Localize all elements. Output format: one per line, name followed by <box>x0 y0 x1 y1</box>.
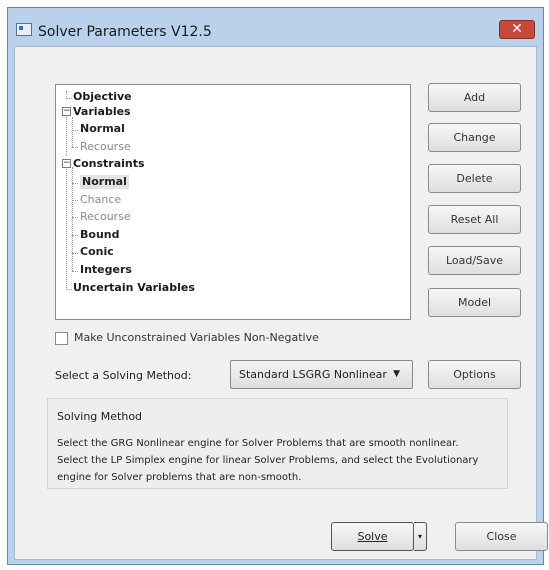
tree-connector <box>72 253 78 254</box>
tree-item-variables-normal[interactable]: Normal <box>80 122 125 136</box>
tree-item-constraints-conic[interactable]: Conic <box>80 245 114 259</box>
add-button[interactable]: Add <box>428 83 521 112</box>
tree-item-variables[interactable]: Variables <box>73 105 131 119</box>
tree-item-uncertain-variables[interactable]: Uncertain Variables <box>73 281 195 295</box>
solving-method-label: Select a Solving Method: <box>55 369 192 382</box>
tree-connector <box>72 200 78 201</box>
tree-connector <box>72 235 78 236</box>
solving-method-line-1: Select the GRG Nonlinear engine for Solv… <box>57 438 459 449</box>
tree-item-constraints-bound[interactable]: Bound <box>80 228 119 242</box>
solver-parameters-window: Solver Parameters V12.5 ✕ Objective − Va… <box>7 7 548 565</box>
tree-connector <box>72 147 78 148</box>
collapse-icon[interactable]: − <box>62 159 71 168</box>
options-button[interactable]: Options <box>428 360 521 389</box>
delete-button[interactable]: Delete <box>428 164 521 193</box>
tree-item-constraints-integers[interactable]: Integers <box>80 263 132 277</box>
window-title: Solver Parameters V12.5 <box>38 24 212 40</box>
solving-method-line-3: engine for Solver problems that are non-… <box>57 472 302 483</box>
close-button[interactable]: Close <box>455 522 548 551</box>
solve-button-label: Solve <box>357 530 388 543</box>
solving-method-value: Standard LSGRG Nonlinear <box>239 368 387 381</box>
tree-connector <box>66 98 72 99</box>
non-negative-checkbox[interactable] <box>55 332 68 345</box>
tree-item-constraints[interactable]: Constraints <box>73 157 145 171</box>
tree-connector <box>72 183 78 184</box>
model-tree[interactable]: Objective − Variables Normal Recourse − … <box>55 84 411 320</box>
tree-item-constraints-normal[interactable]: Normal <box>80 175 129 189</box>
tree-item-constraints-chance[interactable]: Chance <box>80 193 121 207</box>
tree-connector <box>66 115 67 156</box>
tree-connector <box>72 117 73 147</box>
reset-all-button[interactable]: Reset All <box>428 205 521 234</box>
dialog-body: Objective − Variables Normal Recourse − … <box>14 46 548 560</box>
tree-item-constraints-recourse[interactable]: Recourse <box>80 210 131 224</box>
solving-method-title: Solving Method <box>57 410 143 423</box>
solving-method-line-2: Select the LP Simplex engine for linear … <box>57 455 479 466</box>
tree-connector <box>72 217 78 218</box>
tree-connector <box>72 271 78 272</box>
title-bar[interactable]: Solver Parameters V12.5 ✕ <box>8 8 543 44</box>
close-window-button[interactable]: ✕ <box>499 20 535 39</box>
solve-options-dropdown[interactable]: ▾ <box>414 522 427 551</box>
solving-method-description: Solving Method Select the GRG Nonlinear … <box>47 398 508 489</box>
solve-button[interactable]: Solve <box>331 522 414 551</box>
tree-item-variables-recourse[interactable]: Recourse <box>80 140 131 154</box>
chevron-down-icon: ▼ <box>393 369 400 379</box>
tree-connector <box>66 167 67 290</box>
change-button[interactable]: Change <box>428 123 521 152</box>
model-button[interactable]: Model <box>428 288 521 317</box>
tree-connector <box>66 289 72 290</box>
tree-item-objective[interactable]: Objective <box>73 90 132 104</box>
collapse-icon[interactable]: − <box>62 107 71 116</box>
solving-method-select[interactable]: Standard LSGRG Nonlinear ▼ <box>230 360 413 389</box>
app-icon <box>16 23 32 36</box>
load-save-button[interactable]: Load/Save <box>428 246 521 275</box>
tree-connector <box>72 130 78 131</box>
solving-method-text: Select the GRG Nonlinear engine for Solv… <box>57 435 503 486</box>
non-negative-checkbox-label: Make Unconstrained Variables Non-Negativ… <box>74 331 319 344</box>
